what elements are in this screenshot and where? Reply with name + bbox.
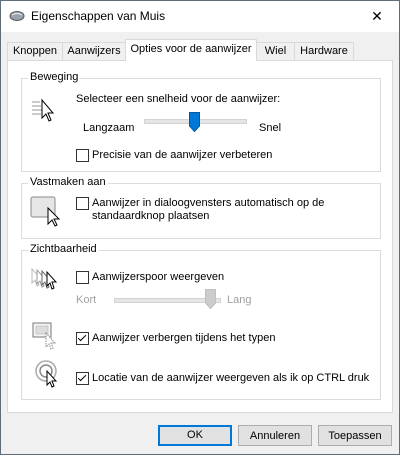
tab-label: Wiel: [264, 45, 287, 57]
locate-pointer-ctrl-checkbox[interactable]: [76, 372, 89, 385]
ok-label: OK: [187, 429, 203, 441]
window-title: Eigenschappen van Muis: [31, 9, 166, 23]
tab-panel: Beweging Selecteer een snelheid voor de …: [7, 60, 393, 413]
snap-label-line2[interactable]: standaardknop plaatsen: [92, 210, 209, 222]
trail-length-slider-thumb[interactable]: [205, 289, 216, 312]
locate-pointer-ctrl-label[interactable]: Locatie van de aanwijzer weergeven als i…: [92, 372, 369, 384]
speed-prompt: Selecteer een snelheid voor de aanwijzer…: [76, 93, 281, 105]
tab-label: Hardware: [300, 45, 348, 57]
trail-long-label: Lang: [227, 294, 252, 306]
cancel-button[interactable]: Annuleren: [238, 425, 312, 446]
tab-label: Knoppen: [12, 45, 58, 57]
ok-button[interactable]: OK: [158, 425, 232, 446]
speed-fast-label: Snel: [259, 122, 282, 134]
mouse-properties-window: Eigenschappen van Muis ✕ Knoppen Aanwijz…: [0, 0, 400, 455]
close-icon: ✕: [371, 8, 383, 24]
close-button[interactable]: ✕: [355, 1, 399, 32]
pointer-trails-checkbox[interactable]: [76, 271, 89, 284]
mouse-icon: [9, 10, 25, 25]
snap-label-line1[interactable]: Aanwijzer in dialoogvensters automatisch…: [92, 197, 324, 209]
motion-legend: Beweging: [28, 71, 81, 83]
hide-while-typing-icon: [32, 321, 62, 354]
apply-button[interactable]: Toepassen: [318, 425, 392, 446]
cancel-label: Annuleren: [249, 430, 301, 442]
tab-hardware[interactable]: Hardware: [294, 42, 354, 60]
snap-checkbox[interactable]: [76, 197, 89, 210]
precision-label[interactable]: Precisie van de aanwijzer verbeteren: [92, 149, 272, 161]
title-bar: Eigenschappen van Muis ✕: [1, 1, 399, 32]
pointer-trails-label[interactable]: Aanwijzerspoor weergeven: [92, 271, 224, 283]
pointer-trails-icon: [30, 267, 60, 296]
snap-legend: Vastmaken aan: [28, 176, 108, 188]
tab-wiel[interactable]: Wiel: [256, 42, 295, 60]
visibility-legend: Zichtbaarheid: [28, 243, 99, 255]
apply-label: Toepassen: [328, 430, 382, 442]
tab-strip: Knoppen Aanwijzers Opties voor de aanwij…: [1, 39, 399, 61]
tab-aanwijzers[interactable]: Aanwijzers: [62, 42, 126, 60]
snap-to-default-icon: [30, 194, 64, 231]
tab-knoppen[interactable]: Knoppen: [7, 42, 63, 60]
speed-slow-label: Langzaam: [83, 122, 135, 134]
hide-while-typing-label[interactable]: Aanwijzer verbergen tijdens het typen: [92, 332, 275, 344]
tab-opties-voor-de-aanwijzer[interactable]: Opties voor de aanwijzer: [125, 39, 257, 61]
tab-label: Aanwijzers: [67, 45, 121, 57]
locate-pointer-icon: [34, 359, 64, 392]
tab-label: Opties voor de aanwijzer: [130, 43, 252, 55]
hide-while-typing-checkbox[interactable]: [76, 332, 89, 345]
pointer-speed-icon: [30, 96, 58, 127]
trail-short-label: Kort: [76, 294, 97, 306]
speed-slider-thumb[interactable]: [189, 112, 200, 135]
precision-checkbox[interactable]: [76, 149, 89, 162]
